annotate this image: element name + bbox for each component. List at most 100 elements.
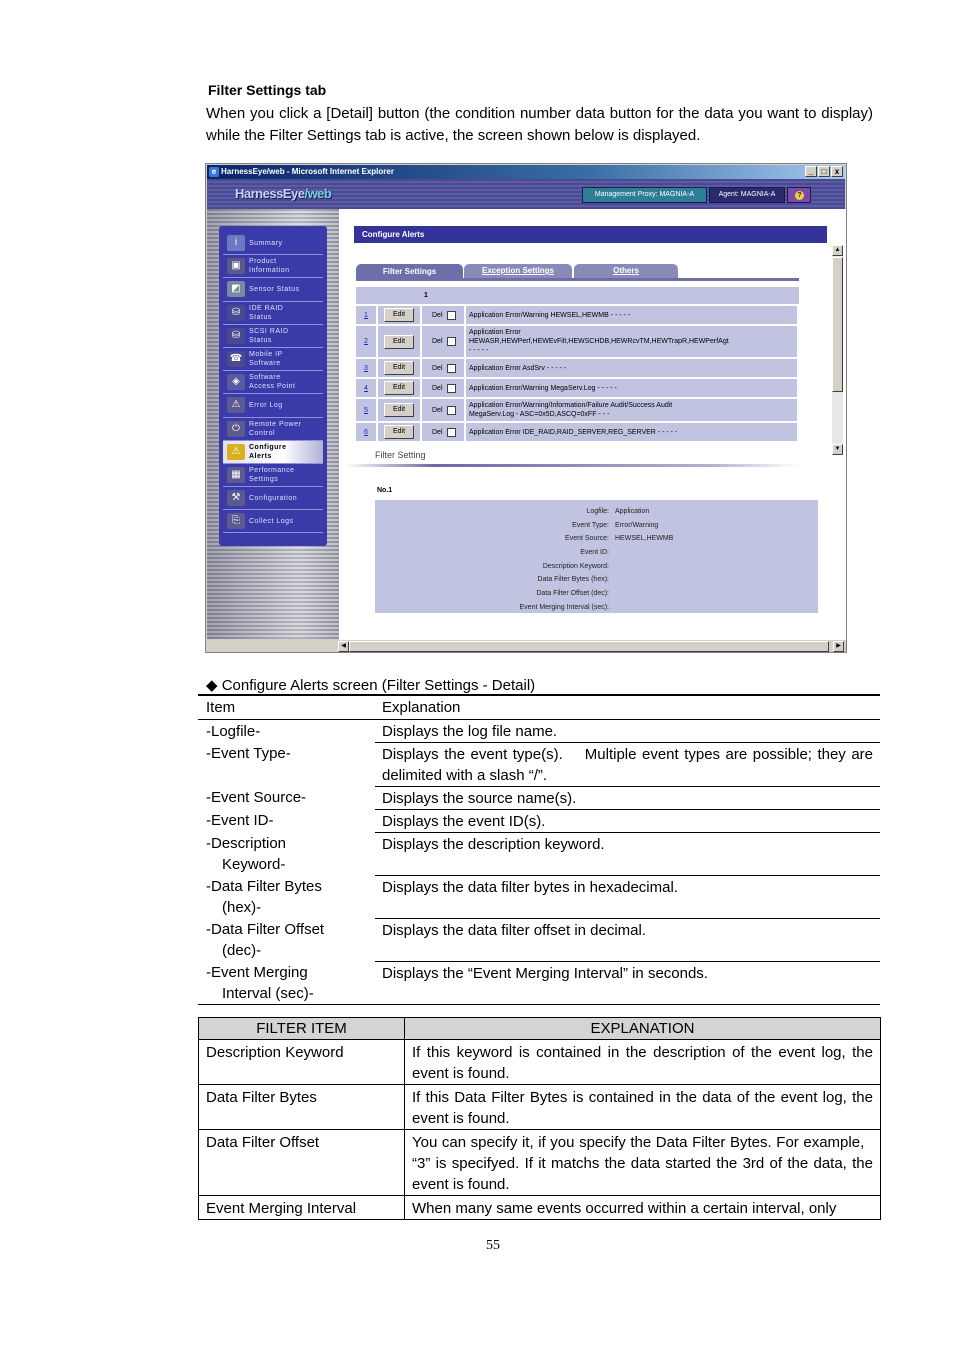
detail-link[interactable]: 4 xyxy=(364,385,368,392)
sidebar-item[interactable]: ⛁ SCSI RAID Status xyxy=(223,325,323,348)
page-indicator[interactable]: 1 xyxy=(356,287,799,304)
sidebar-item-label: Sensor Status xyxy=(249,285,299,294)
item-cell: -Data Filter Offset (dec)- xyxy=(198,918,375,961)
item-line1: -Event Source- xyxy=(206,789,307,806)
sidebar-item-label: Mobile IP Software xyxy=(249,350,283,368)
sidebar-label-line1: Summary xyxy=(249,239,283,247)
item-cell: -Event Source- xyxy=(198,786,375,809)
detail-link[interactable]: 1 xyxy=(364,312,368,319)
detail-label: Data Filter Offset (dec): xyxy=(536,590,609,598)
scroll-thumb[interactable] xyxy=(832,257,843,392)
condition-description: Application Error IDE_RAID,RAID_SERVER,R… xyxy=(466,423,799,441)
delete-checkbox[interactable] xyxy=(446,427,456,437)
condition-description: Application Error AsdSrv - - - - - xyxy=(466,359,799,377)
scroll-right-button[interactable]: ▶ xyxy=(833,641,844,652)
help-button[interactable]: ? xyxy=(787,187,811,203)
edit-button[interactable]: Edit xyxy=(384,334,414,349)
edit-button[interactable]: Edit xyxy=(384,308,414,322)
sidebar-item[interactable]: ⚠ Error Log xyxy=(223,394,323,418)
scroll-up-button[interactable]: ▲ xyxy=(832,245,843,256)
detail-row: Data Filter Offset (dec): xyxy=(375,587,818,601)
sidebar-item[interactable]: ⏻ Remote Power Control xyxy=(223,418,323,441)
item-line1: -Event Type- xyxy=(206,745,291,762)
sidebar-label-line1: Collect Logs xyxy=(249,517,294,525)
detail-link[interactable]: 3 xyxy=(364,365,368,372)
sidebar-item[interactable]: ▣ Product Information xyxy=(223,255,323,279)
edit-button[interactable]: Edit xyxy=(384,403,414,417)
sidebar-item[interactable]: ⛁ IDE RAID Status xyxy=(223,302,323,325)
app-logo: HarnessEye/web xyxy=(235,186,332,201)
explanation-cell: Displays the “Event Merging Interval” in… xyxy=(375,960,880,1005)
delete-cell: Del xyxy=(422,359,466,377)
edit-button[interactable]: Edit xyxy=(384,425,414,439)
delete-checkbox[interactable] xyxy=(446,405,456,415)
explanation-cell: Displays the source name(s). xyxy=(375,785,880,809)
tab-filter-settings[interactable]: Filter Settings xyxy=(356,264,463,281)
detail-row: Logfile: Application xyxy=(375,505,818,519)
sidebar-label-line1: Product xyxy=(249,258,277,266)
detail-label: Event ID: xyxy=(580,549,609,557)
scroll-down-button[interactable]: ▼ xyxy=(832,444,843,455)
condition-row: 2 Edit Del Application Error HEWASR,HEWPerf,… xyxy=(356,326,799,357)
sidebar-item-label: Error Log xyxy=(249,401,283,410)
sidebar-item[interactable]: ⚠ Configure Alerts xyxy=(223,440,323,464)
condition-number-cell: 6 xyxy=(356,423,378,441)
sidebar-item[interactable]: ⚒ Configuration xyxy=(223,487,323,511)
description-line: HEWASR,HEWPerf,HEWEvFilt,HEWSCHDB,HEWRcv… xyxy=(469,338,729,345)
sidebar-item[interactable]: ◈ Software Access Point xyxy=(223,371,323,395)
item-cell: -Logfile- xyxy=(198,719,375,742)
scroll-left-button[interactable]: ◀ xyxy=(338,641,349,652)
delete-cell: Del xyxy=(422,423,466,441)
delete-checkbox[interactable] xyxy=(446,337,456,346)
sidebar-item[interactable]: i Summary xyxy=(223,232,323,256)
sidebar-item[interactable]: ☎ Mobile IP Software xyxy=(223,348,323,372)
divider xyxy=(344,464,799,467)
sidebar-item[interactable]: ◩ Sensor Status xyxy=(223,278,323,302)
sidebar-label-line2: Control xyxy=(249,429,276,437)
detail-link[interactable]: 5 xyxy=(364,407,368,414)
delete-checkbox[interactable] xyxy=(446,363,456,373)
tab-others[interactable]: Others xyxy=(574,264,678,278)
detail-link[interactable]: 2 xyxy=(364,338,368,345)
vertical-scrollbar[interactable]: ▲ ▼ xyxy=(829,209,846,639)
edit-button[interactable]: Edit xyxy=(384,361,414,375)
minimize-button[interactable]: _ xyxy=(805,166,817,177)
close-button[interactable]: x xyxy=(831,166,843,177)
detail-link[interactable]: 6 xyxy=(364,429,368,436)
table-row: -Description Keyword- Displays the descrip… xyxy=(198,831,880,875)
edit-button[interactable]: Edit xyxy=(384,381,414,395)
tab-exception-settings[interactable]: Exception Settings xyxy=(464,264,572,278)
table-row: Data Filter Bytes If this Data Filter Byt… xyxy=(198,1084,881,1130)
item-line2: (dec)- xyxy=(222,942,262,959)
sidebar-nav: i Summary ▣ Product Information ◩ Sensor Statu… xyxy=(219,226,327,546)
item-line1: -Logfile- xyxy=(206,722,261,740)
sidebar-label-line2: Access Point xyxy=(249,383,296,391)
detail-row: Event Merging Interval (sec): xyxy=(375,601,818,615)
table-row: Data Filter Offset You can specify it, if… xyxy=(198,1129,881,1196)
collect-logs-icon: ⎘ xyxy=(227,513,245,530)
horizontal-scrollbar[interactable]: ◀ ▶ xyxy=(338,639,846,652)
sidebar-item-label: Product Information xyxy=(249,257,290,275)
detail-label: Event Type: xyxy=(572,521,609,529)
h-scroll-thumb[interactable] xyxy=(349,641,829,652)
delete-checkbox[interactable] xyxy=(446,383,456,393)
maximize-button[interactable]: □ xyxy=(818,166,830,177)
explanation-cell: Displays the log file name. xyxy=(382,722,558,740)
mobile-ip-icon: ☎ xyxy=(227,351,245,368)
item-cell: -Data Filter Bytes (hex)- xyxy=(198,875,375,918)
sidebar-item[interactable]: ▦ Performance Settings xyxy=(223,464,323,488)
scsi-raid-icon: ⛁ xyxy=(227,327,245,344)
edit-cell: Edit xyxy=(378,399,422,421)
logo-suffix: /web xyxy=(304,186,332,201)
ie-icon: e xyxy=(209,167,219,177)
delete-checkbox[interactable] xyxy=(446,310,456,320)
item-cell: -Event ID- xyxy=(198,809,375,832)
condition-description: Application Error HEWASR,HEWPerf,HEWEvFil… xyxy=(466,326,799,357)
sidebar-item-label: Software Access Point xyxy=(249,373,295,391)
sidebar-item[interactable]: ⎘ Collect Logs xyxy=(223,510,323,534)
app-banner: HarnessEye/web Management Proxy: MAGNIA-… xyxy=(207,179,845,209)
performance-icon: ▦ xyxy=(227,466,245,483)
delete-cell: Del xyxy=(422,306,466,324)
delete-label: Del xyxy=(432,338,443,346)
item-line2: Interval (sec)- xyxy=(222,985,314,1002)
